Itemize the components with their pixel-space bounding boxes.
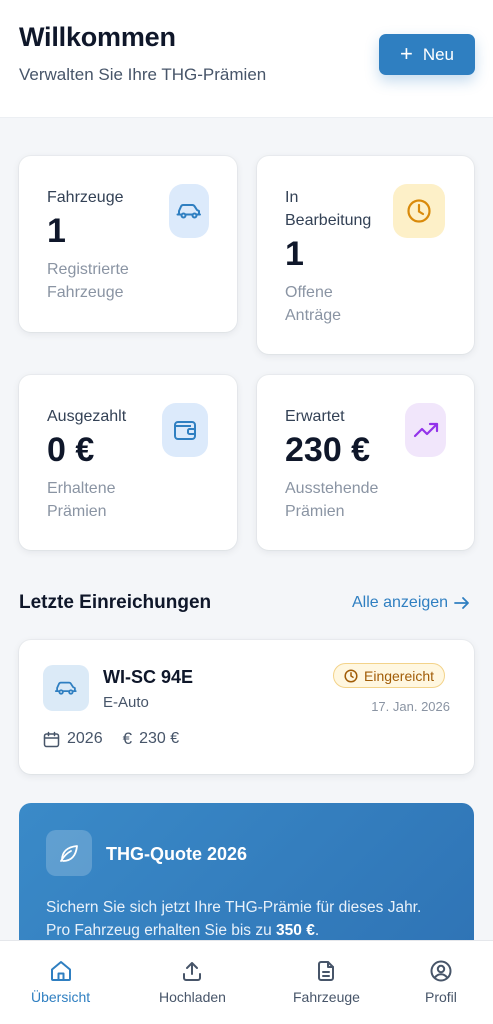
banner-title: THG-Quote 2026 xyxy=(106,844,248,864)
page-title: Willkommen xyxy=(19,22,176,52)
page-subtitle: Verwalten Sie Ihre THG-Prämien xyxy=(19,65,267,84)
wallet-icon xyxy=(162,403,208,457)
stat-value: 1 xyxy=(47,212,66,250)
stat-description: Offene Anträge xyxy=(285,284,342,324)
clock-icon xyxy=(344,668,358,683)
nav-label: Hochladen xyxy=(159,989,226,1005)
plus-icon: + xyxy=(399,40,413,66)
stat-value: 0 € xyxy=(47,431,95,469)
stat-label: Fahrzeuge xyxy=(47,189,124,206)
car-icon xyxy=(43,665,89,711)
stat-label: Ausgezahlt xyxy=(47,408,127,425)
submission-meta: 2026 € 230 € xyxy=(43,729,199,749)
stat-card-vehicles[interactable]: Fahrzeuge 1 Registrierte Fahrzeuge xyxy=(19,156,237,332)
upload-icon xyxy=(183,962,202,981)
banner-amount: 350 € xyxy=(276,922,315,939)
nav-label: Übersicht xyxy=(31,989,91,1005)
stat-value: 1 xyxy=(285,235,304,273)
stat-card-in-progress[interactable]: In Bearbeitung 1 Offene Anträge xyxy=(257,156,474,354)
nav-label: Fahrzeuge xyxy=(293,989,360,1005)
bottom-navigation: Übersicht Hochladen Fahrzeuge Profil xyxy=(0,940,493,1024)
status-label: Eingereicht xyxy=(364,667,435,684)
new-button-label: Neu xyxy=(422,44,455,64)
show-all-label: Alle anzeigen xyxy=(352,594,449,611)
nav-item-upload[interactable]: Hochladen xyxy=(159,959,226,1005)
car-icon xyxy=(169,184,209,238)
euro-icon: € xyxy=(122,729,133,748)
submission-card[interactable]: WI-SC 94E E-Auto Eingereicht 17. Jan. 20… xyxy=(19,640,474,774)
banner-text: Sichern Sie sich jetzt Ihre THG-Prämie f… xyxy=(46,899,422,939)
stat-description: Ausstehende Prämien xyxy=(285,480,379,520)
license-plate: WI-SC 94E xyxy=(103,667,194,687)
stat-description: Registrierte Fahrzeuge xyxy=(47,261,129,301)
status-badge: Eingereicht xyxy=(333,663,446,688)
nav-label: Profil xyxy=(425,989,457,1005)
stat-description: Erhaltene Prämien xyxy=(47,480,116,520)
submission-date: 17. Jan. 2026 xyxy=(371,699,450,714)
document-icon xyxy=(318,961,335,981)
stat-card-paid-out[interactable]: Ausgezahlt 0 € Erhaltene Prämien xyxy=(19,375,237,550)
clock-icon xyxy=(393,184,445,238)
nav-item-overview[interactable]: Übersicht xyxy=(31,959,90,1005)
leaf-icon xyxy=(46,830,92,876)
stat-label: In Bearbeitung xyxy=(285,189,372,229)
header: Willkommen Verwalten Sie Ihre THG-Prämie… xyxy=(0,0,493,118)
vehicle-type: E-Auto xyxy=(103,694,149,711)
home-icon xyxy=(50,961,71,981)
submission-amount: 230 € xyxy=(139,730,180,747)
stat-value: 230 € xyxy=(285,431,371,469)
stat-card-expected[interactable]: Erwartet 230 € Ausstehende Prämien xyxy=(257,375,474,550)
nav-item-profile[interactable]: Profil xyxy=(425,959,457,1005)
section-title: Letzte Einreichungen xyxy=(19,592,212,613)
new-button[interactable]: + Neu xyxy=(379,34,475,75)
arrow-right-icon xyxy=(454,597,469,609)
user-circle-icon xyxy=(430,960,452,982)
calendar-icon xyxy=(43,731,60,747)
dashboard-page: Willkommen Verwalten Sie Ihre THG-Prämie… xyxy=(0,0,493,1024)
trending-up-icon xyxy=(405,403,446,457)
show-all-link[interactable]: Alle anzeigen xyxy=(352,594,470,612)
nav-item-vehicles[interactable]: Fahrzeuge xyxy=(293,959,360,1005)
submission-year: 2026 xyxy=(67,730,103,747)
stat-label: Erwartet xyxy=(285,408,345,425)
